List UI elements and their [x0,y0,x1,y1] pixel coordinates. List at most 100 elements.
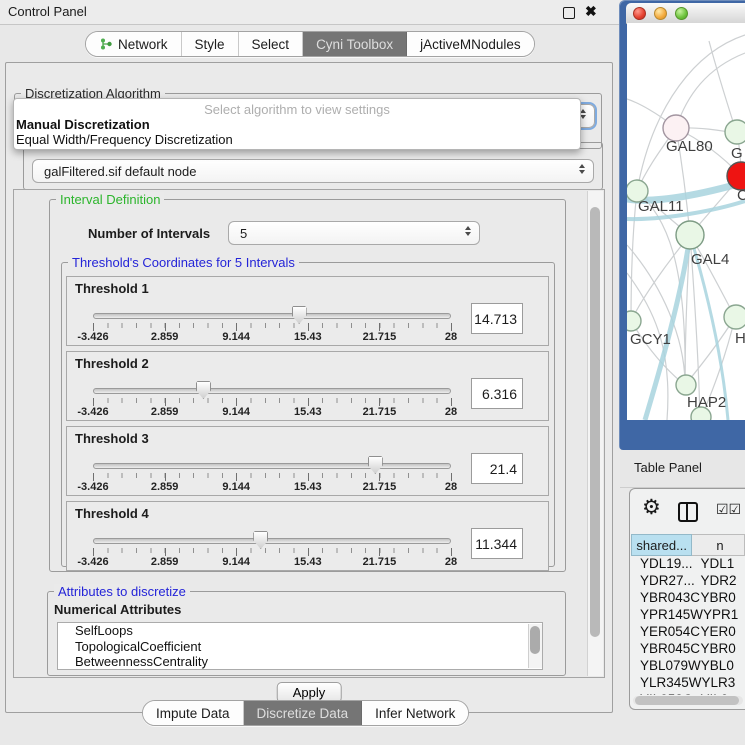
network-canvas[interactable]: GAL80 G C GAL11 GAL4 GCY1 H HAP2 [627,23,745,420]
table-row[interactable]: YIL052CYIL0 [631,692,745,695]
numerical-attributes-list[interactable]: SelfLoops TopologicalCoefficient Between… [57,622,543,670]
slider-thumb[interactable] [196,381,211,399]
slider-thumb[interactable] [368,456,383,474]
threshold-label: Threshold 2 [75,356,149,371]
table-panel-header: Table Panel [620,450,745,488]
table-panel-title: Table Panel [634,460,702,475]
node-label-partial-c: C [737,187,745,204]
tab-discretize-data[interactable]: Discretize Data [244,701,363,725]
node-label-gcy1: GCY1 [630,331,671,348]
list-scrollbar[interactable] [528,624,542,668]
tick-label: -3.426 [77,406,108,418]
threshold-value-field[interactable]: 6.316 [471,378,523,409]
tick-label: 2.859 [151,481,179,493]
zoom-traffic-light-icon[interactable] [675,7,688,20]
checkbox-icons[interactable]: ☑☑ [716,501,741,518]
threshold-slider[interactable]: -3.426 2.859 9.144 15.43 21.715 28 [93,382,451,416]
table-data-combo[interactable]: galFiltered.sif default node [32,159,594,183]
thresholds-group: Threshold's Coordinates for 5 Intervals … [61,262,555,567]
table-row[interactable]: YBR045CYBR0 [631,641,745,658]
table-row[interactable]: YDL19...YDL1 [631,556,745,573]
tab-style[interactable]: Style [182,32,239,56]
threshold-slider[interactable]: -3.426 2.859 9.144 15.43 21.715 28 [93,307,451,341]
table-row[interactable]: YDR27...YDR2 [631,573,745,590]
slider-minor-ticks [93,398,451,403]
tab-infer-network[interactable]: Infer Network [362,701,468,725]
tick-label: 15.43 [294,481,322,493]
node-label-partial-h: H [735,330,745,347]
tab-cyni-toolbox[interactable]: Cyni Toolbox [303,32,407,56]
table-row[interactable]: YBR043CYBR0 [631,590,745,607]
tab-select[interactable]: Select [239,32,304,56]
column-layout-icon[interactable] [678,502,698,522]
node-label-gal4: GAL4 [691,251,729,268]
node-label-hap2: HAP2 [687,394,726,411]
tab-impute-data[interactable]: Impute Data [143,701,244,725]
combo-stepper-icon [465,226,471,236]
slider-thumb[interactable] [292,306,307,324]
tick-label: 15.43 [294,331,322,343]
tick-label: 28 [445,556,457,568]
tab-label: Select [252,37,290,52]
slider-minor-ticks [93,323,451,328]
table-row[interactable]: YBL079WYBL0 [631,658,745,675]
table-rows: YDL19...YDL1 YDR27...YDR2 YBR043CYBR0 YP… [631,556,745,695]
tick-label: -3.426 [77,556,108,568]
node-attribute-table[interactable]: shared... n YDL19...YDL1 YDR27...YDR2 YB… [631,534,745,709]
list-item[interactable]: BetweennessCentrality [58,654,542,670]
interval-definition-group: Interval Definition Number of Intervals … [49,199,566,572]
tick-label: 21.715 [363,481,397,493]
tick-label: 28 [445,331,457,343]
tab-label: Discretize Data [257,706,349,721]
gear-icon[interactable]: ⚙ [642,495,661,520]
threshold-slider[interactable]: -3.426 2.859 9.144 15.43 21.715 28 [93,457,451,491]
column-header-name[interactable]: n [692,534,745,556]
network-graph [627,23,745,420]
cyni-toolbox-panel: Discretization Algorithm Select algorith… [5,62,613,713]
tab-label: Style [195,37,225,52]
list-item[interactable]: SelfLoops [58,623,542,639]
slider-track[interactable] [93,538,451,544]
threshold-slider[interactable]: -3.426 2.859 9.144 15.43 21.715 28 [93,532,451,566]
number-of-intervals-combo[interactable]: 5 [228,221,480,245]
settings-scrollbar[interactable] [587,191,603,676]
threshold-value-field[interactable]: 11.344 [471,528,523,559]
threshold-value-field[interactable]: 14.713 [471,303,523,334]
tick-label: 28 [445,406,457,418]
network-window-titlebar[interactable] [626,3,745,24]
minimize-traffic-light-icon[interactable] [654,7,667,20]
table-horizontal-scrollbar[interactable] [633,696,743,705]
threshold-row: Threshold 1 -3.426 2.859 9.144 15.43 21.… [66,276,549,346]
slider-minor-ticks [93,473,451,478]
dropdown-item-equal-width-frequency[interactable]: Equal Width/Frequency Discretization [16,132,233,147]
list-item[interactable]: TopologicalCoefficient [58,639,542,655]
tick-label: 9.144 [222,556,250,568]
table-row[interactable]: YER054CYER0 [631,624,745,641]
slider-thumb[interactable] [253,531,268,549]
network-icon [99,37,113,51]
slider-track[interactable] [93,388,451,394]
tab-jactivemnodules[interactable]: jActiveMNodules [407,32,534,56]
network-view-window[interactable]: GAL80 G C GAL11 GAL4 GCY1 H HAP2 [619,0,745,450]
table-row[interactable]: YLR345WYLR3 [631,675,745,692]
algorithm-dropdown-popup: Select algorithm to view settings Manual… [13,98,581,150]
tick-label: 28 [445,481,457,493]
tick-label: 21.715 [363,406,397,418]
tick-label: 2.859 [151,406,179,418]
dropdown-item-manual-discretization[interactable]: Manual Discretization [16,117,150,132]
tick-label: -3.426 [77,481,108,493]
threshold-value-field[interactable]: 21.4 [471,453,523,484]
close-traffic-light-icon[interactable] [633,7,646,20]
column-header-shared[interactable]: shared... [631,534,692,556]
slider-track[interactable] [93,313,451,319]
table-header-row: shared... n [631,534,745,556]
close-window-icon[interactable]: ✖ [585,3,597,20]
table-row[interactable]: YPR145WYPR1 [631,607,745,624]
combo-stepper-icon [579,164,585,174]
tick-label: -3.426 [77,331,108,343]
slider-minor-ticks [93,548,451,553]
float-window-icon[interactable] [563,7,575,19]
slider-track[interactable] [93,463,451,469]
tab-network[interactable]: Network [86,32,182,56]
threshold-label: Threshold 1 [75,281,149,296]
